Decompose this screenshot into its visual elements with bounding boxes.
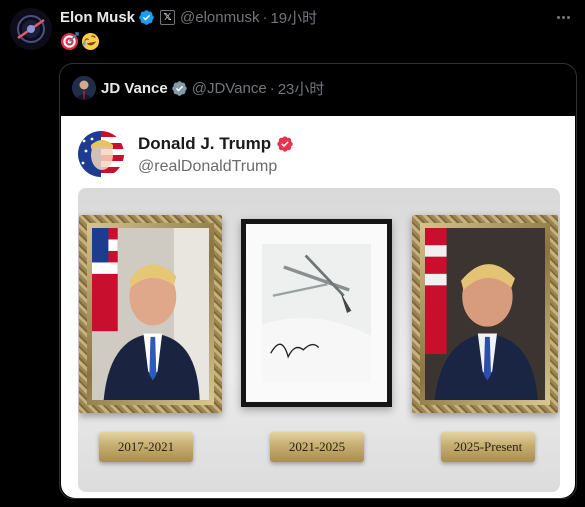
tweet[interactable]: Elon Musk 𝕏 @elonmusk · 19小时 JD Vance @J… (0, 0, 585, 507)
separator-dot: · (269, 79, 275, 97)
tweet-header: Elon Musk 𝕏 @elonmusk · 19小时 (60, 7, 317, 27)
verified-badge-icon (171, 80, 187, 96)
dot-icon (556, 15, 560, 19)
quoted-post-time: 23小时 (277, 80, 325, 98)
portrait-right (425, 228, 545, 400)
x-affiliation-badge: 𝕏 (160, 9, 176, 25)
separator-dot: · (262, 8, 268, 26)
elon-avatar[interactable] (10, 8, 52, 50)
author-handle[interactable]: @elonmusk (180, 9, 259, 26)
more-options-button[interactable] (551, 8, 575, 26)
post-time[interactable]: 19小时 (270, 7, 317, 28)
quoted-tweet-header: JD Vance @JDVance · 23小时 (72, 76, 324, 100)
plaque-middle: 2021-2025 (270, 432, 364, 462)
dot-icon (561, 15, 565, 19)
portraits-image[interactable]: 2017-2021 2021-2025 2025-Present (78, 188, 560, 492)
quoted-author-name: JD Vance (101, 79, 168, 97)
direct-hit-emoji (60, 31, 79, 50)
jd-vance-avatar (72, 76, 96, 100)
frame-inner-right (420, 223, 550, 405)
tweet-text (60, 30, 102, 52)
portrait-left (92, 228, 209, 400)
rolling-on-floor-laughing-emoji (81, 32, 100, 50)
autopen-artwork (262, 244, 371, 382)
portrait-frame-middle (241, 219, 392, 407)
truth-author-name-text: Donald J. Trump (138, 134, 272, 153)
truth-author-handle: @realDonaldTrump (138, 158, 278, 175)
plaque-right: 2025-Present (441, 432, 535, 462)
verified-badge-icon (139, 9, 154, 25)
frame-inner-left (87, 223, 214, 405)
trump-avatar (78, 131, 124, 177)
quoted-author-handle: @JDVance (191, 79, 267, 97)
author-name[interactable]: Elon Musk (60, 9, 135, 26)
verified-badge-icon (277, 136, 293, 152)
plaque-left: 2017-2021 (99, 432, 193, 462)
truth-author-name: Donald J. Trump (138, 134, 294, 154)
dot-icon (566, 15, 570, 19)
truth-social-card[interactable]: Donald J. Trump @realDonaldTrump 2017-20… (61, 116, 575, 498)
quoted-tweet[interactable]: JD Vance @JDVance · 23小时 Donald J. Trump… (59, 63, 577, 499)
portrait-frame-right (412, 215, 558, 413)
portrait-frame-left (79, 215, 222, 413)
